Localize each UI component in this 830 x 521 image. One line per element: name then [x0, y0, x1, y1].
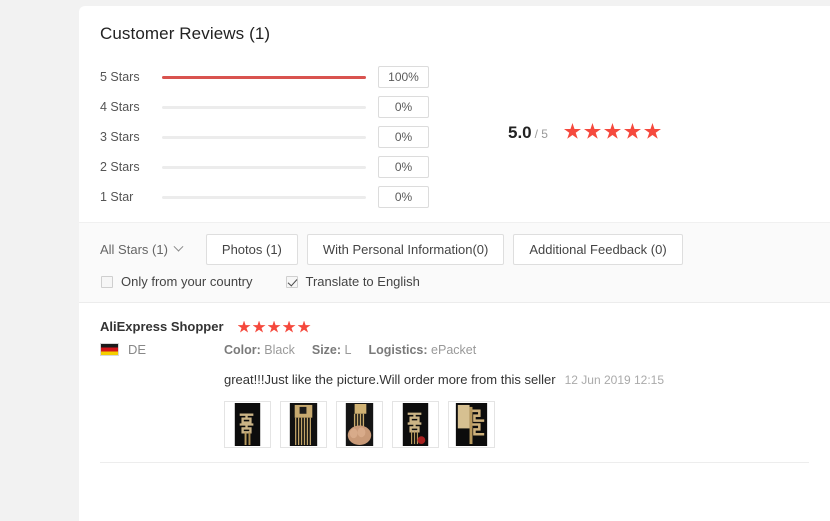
review-filter-band: All Stars (1) Photos (1) With Personal In…	[79, 222, 830, 303]
review-text-line: great!!!Just like the picture.Will order…	[224, 371, 810, 389]
rating-bar-track	[162, 135, 366, 139]
rating-bar-track	[162, 75, 366, 79]
checkbox-box[interactable]	[285, 275, 298, 288]
rating-percent-box[interactable]: 0%	[378, 156, 429, 178]
average-rating-stars	[563, 123, 664, 140]
rating-distribution: 5 Stars 100% 4 Stars 0% 3 Stars 0% 2 Stars 0% 1 …	[100, 62, 460, 212]
rating-percent-box[interactable]: 100%	[378, 66, 429, 88]
thumbnail-image	[282, 403, 325, 446]
review-attribute-key: Logistics:	[368, 343, 428, 357]
filter-button[interactable]: Photos (1)	[205, 234, 298, 265]
checkbox-box[interactable]	[101, 275, 113, 288]
all-stars-dropdown[interactable]: All Stars (1)	[100, 241, 184, 257]
checkbox-label: Only from your country	[121, 274, 253, 289]
review-attribute: Size: L	[312, 343, 352, 357]
country-block: DE	[100, 342, 224, 357]
average-rating-denominator: / 5	[534, 127, 548, 141]
filter-checkbox[interactable]: Translate to English	[285, 274, 420, 289]
star-icon	[237, 320, 251, 333]
review-attribute: Logistics: ePacket	[369, 343, 477, 357]
all-stars-label: All Stars (1)	[100, 242, 168, 257]
star-icon	[643, 123, 661, 139]
thumbnail-image	[450, 403, 493, 446]
germany-flag-icon	[100, 343, 119, 356]
star-icon	[282, 320, 296, 333]
review-text: great!!!Just like the picture.Will order…	[224, 372, 556, 387]
review-photo-2[interactable]	[280, 401, 327, 448]
average-rating: 5.0 / 5	[508, 121, 664, 143]
rating-percent-box[interactable]: 0%	[378, 126, 429, 148]
star-icon	[623, 123, 641, 139]
rating-bar-label: 5 Stars	[100, 70, 140, 84]
country-code-label: DE	[128, 342, 147, 357]
rating-percent-box[interactable]: 0%	[378, 96, 429, 118]
review-item: AliExpress Shopper DE Color: Black Size: …	[100, 317, 810, 448]
rating-bar-label: 1 Star	[100, 190, 134, 204]
review-date: 12 Jun 2019 12:15	[564, 373, 665, 387]
rating-bar-fill	[162, 75, 366, 79]
customer-reviews-card: Customer Reviews (1) 5 Stars 100% 4 Stars 0…	[79, 6, 830, 521]
rating-bar-track	[162, 195, 366, 199]
review-content: Color: Black Size: L Logistics: ePacket gr…	[224, 342, 810, 448]
rating-bar-track	[162, 105, 366, 109]
chevron-down-icon	[173, 241, 184, 252]
filter-buttons-row: All Stars (1) Photos (1) With Personal In…	[100, 234, 692, 265]
review-attribute-value: L	[344, 343, 352, 357]
rating-percent-box[interactable]: 0%	[378, 186, 429, 208]
reviewer-country: DE	[100, 342, 224, 448]
average-rating-value: 5.0	[508, 123, 532, 142]
reviewer-name: AliExpress Shopper	[100, 318, 224, 334]
star-icon	[267, 320, 281, 333]
thumbnail-image	[226, 403, 269, 446]
review-photo-3[interactable]	[336, 401, 383, 448]
review-photo-4[interactable]	[392, 401, 439, 448]
filter-checkbox[interactable]: Only from your country	[101, 274, 253, 289]
rating-bar-row: 3 Stars 0%	[100, 122, 460, 152]
filter-button[interactable]: Additional Feedback (0)	[513, 234, 683, 265]
rating-bar-label: 4 Stars	[100, 100, 140, 114]
rating-bar-row: 2 Stars 0%	[100, 152, 460, 182]
review-attributes: Color: Black Size: L Logistics: ePacket	[224, 342, 810, 358]
review-attribute: Color: Black	[224, 343, 295, 357]
thumbnail-image	[338, 403, 381, 446]
star-icon	[252, 320, 266, 333]
review-attribute-value: ePacket	[431, 343, 477, 357]
review-photo-5[interactable]	[448, 401, 495, 448]
rating-bar-row: 5 Stars 100%	[100, 62, 460, 92]
page-title: Customer Reviews (1)	[100, 24, 271, 43]
review-divider	[100, 462, 809, 463]
rating-bar-row: 4 Stars 0%	[100, 92, 460, 122]
review-attribute-key: Size:	[311, 343, 342, 357]
filter-button-group: Photos (1) With Personal Information(0) Ad…	[205, 234, 692, 265]
review-photo-1[interactable]	[224, 401, 271, 448]
star-icon	[583, 123, 601, 139]
star-icon	[603, 123, 621, 139]
rating-bar-label: 2 Stars	[100, 160, 140, 174]
star-icon	[297, 320, 311, 333]
review-photo-thumbnails	[224, 401, 810, 448]
rating-bar-track	[162, 165, 366, 169]
star-icon	[563, 123, 581, 139]
review-attribute-value: Black	[264, 343, 295, 357]
review-rating-stars	[237, 320, 313, 334]
page-background: Customer Reviews (1) 5 Stars 100% 4 Stars 0…	[0, 0, 830, 521]
filter-checkbox-row: Only from your country Translate to Engli…	[101, 274, 453, 289]
review-body: DE Color: Black Size: L Logistics: ePacket…	[100, 342, 810, 448]
review-attribute-key: Color:	[224, 343, 261, 357]
rating-bar-row: 1 Star 0%	[100, 182, 460, 212]
rating-bar-label: 3 Stars	[100, 130, 140, 144]
checkbox-label: Translate to English	[305, 274, 420, 289]
thumbnail-image	[394, 403, 437, 446]
filter-button[interactable]: With Personal Information(0)	[306, 234, 505, 265]
review-header: AliExpress Shopper	[100, 317, 810, 335]
